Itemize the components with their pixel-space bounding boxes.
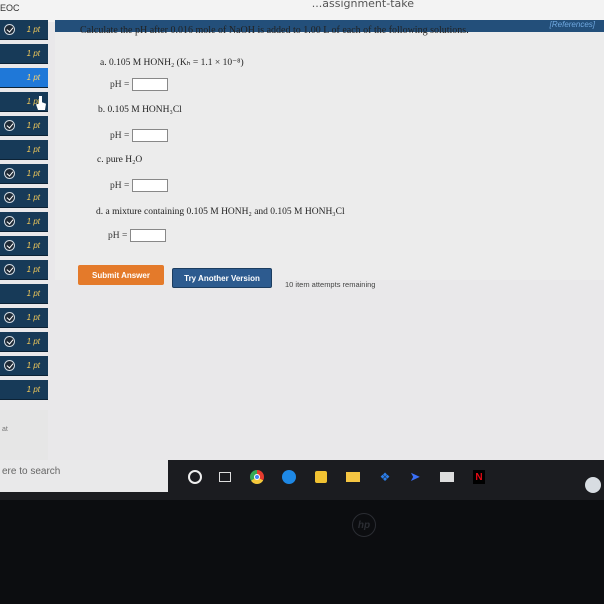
sidebar-question-item[interactable]: 1 pt	[0, 164, 48, 184]
chrome-icon[interactable]	[250, 470, 264, 484]
part-a-label: a. 0.105 M HONH₂ (Kₕ = 1.1 × 10⁻⁸)	[100, 58, 244, 68]
check-icon	[4, 120, 15, 131]
check-icon	[4, 168, 15, 179]
sidebar-question-item[interactable]: 1 pt	[0, 140, 48, 160]
part-d-ph-label: pH =	[108, 230, 128, 241]
part-d-ph-input[interactable]	[130, 229, 167, 242]
part-c-ph-label: pH =	[110, 180, 130, 191]
check-icon	[4, 312, 15, 323]
points-label: 1 pt	[26, 25, 40, 34]
points-label: 1 pt	[26, 217, 40, 226]
points-label: 1 pt	[26, 73, 40, 82]
edge-icon[interactable]	[282, 470, 296, 484]
dropbox-icon[interactable]: ❖	[378, 470, 392, 484]
part-a-ph-input[interactable]	[132, 78, 169, 91]
check-icon	[4, 336, 15, 347]
points-label: 1 pt	[26, 169, 40, 178]
cortana-icon[interactable]	[188, 470, 202, 484]
sidebar-question-item[interactable]: 1 pt	[0, 356, 48, 376]
question-sidebar: 1 pt 1 pt 1 pt 1 pt 1 pt 1 pt 1 pt 1 pt 1 pt 1 pt…	[0, 20, 48, 410]
notification-icon[interactable]	[585, 477, 601, 493]
window-title: ...assignment-take	[311, 0, 414, 10]
part-a-ph-label: pH =	[110, 79, 130, 90]
points-label: 1 pt	[26, 121, 40, 130]
store-icon[interactable]	[314, 470, 328, 484]
sidebar-footer-note: at	[2, 426, 8, 433]
check-icon	[4, 240, 15, 251]
hp-logo-icon: hp	[352, 513, 376, 537]
part-b-ph-label: pH =	[110, 130, 130, 141]
taskbar-search-input[interactable]: ere to search	[0, 460, 168, 492]
points-label: 1 pt	[26, 385, 40, 394]
sidebar-question-item[interactable]: 1 pt	[0, 188, 48, 208]
references-link[interactable]: [References]	[550, 20, 595, 29]
points-label: 1 pt	[26, 241, 40, 250]
part-b-ph-row: pH =	[110, 129, 169, 142]
screen: EOC ...assignment-take 1 pt 1 pt 1 pt 1 pt 1…	[0, 0, 604, 500]
windows-taskbar: ere to search ❖ ➤ N	[0, 460, 604, 500]
mail-icon[interactable]	[440, 470, 454, 484]
sidebar-question-item[interactable]: 1 pt	[0, 236, 48, 256]
points-label: 1 pt	[26, 145, 40, 154]
check-icon	[4, 192, 15, 203]
sidebar-question-item[interactable]: 1 pt	[0, 212, 48, 232]
part-d-label: d. a mixture containing 0.105 M HONH₂ an…	[96, 207, 345, 217]
part-b-ph-input[interactable]	[132, 129, 169, 142]
attempts-remaining: 10 item attempts remaining	[285, 280, 376, 289]
points-label: 1 pt	[26, 265, 40, 274]
try-another-version-button[interactable]: Try Another Version	[172, 268, 272, 288]
sidebar-question-item[interactable]: 1 pt	[0, 308, 48, 328]
submit-answer-button[interactable]: Submit Answer	[78, 265, 164, 285]
check-icon	[4, 264, 15, 275]
part-c-ph-input[interactable]	[132, 179, 169, 192]
sidebar-question-item[interactable]: 1 pt	[0, 44, 48, 64]
points-label: 1 pt	[26, 193, 40, 202]
task-view-icon[interactable]	[218, 470, 232, 484]
points-label: 1 pt	[26, 361, 40, 370]
bolt-icon[interactable]: ➤	[408, 469, 422, 484]
browser-topbar: EOC ...assignment-take	[0, 0, 604, 22]
check-icon	[4, 24, 15, 35]
points-label: 1 pt	[26, 337, 40, 346]
points-label: 1 pt	[26, 313, 40, 322]
sidebar-footer	[0, 410, 48, 460]
check-icon	[4, 360, 15, 371]
part-b-label: b. 0.105 M HONH₃Cl	[98, 105, 182, 115]
points-label: 1 pt	[26, 49, 40, 58]
part-a-ph-row: pH =	[110, 78, 169, 91]
app-label: EOC	[0, 3, 20, 13]
netflix-icon[interactable]: N	[472, 470, 486, 484]
part-c-label: c. pure H₂O	[97, 155, 143, 165]
file-explorer-icon[interactable]	[346, 470, 360, 484]
question-prompt: Calculate the pH after 0.016 mole of NaO…	[80, 25, 469, 36]
sidebar-question-item[interactable]: 1 pt	[0, 68, 48, 88]
points-label: 1 pt	[26, 289, 40, 298]
sidebar-question-item[interactable]: 1 pt	[0, 116, 48, 136]
part-c-ph-row: pH =	[110, 179, 169, 192]
sidebar-question-item[interactable]: 1 pt	[0, 380, 48, 400]
sidebar-question-item[interactable]: 1 pt	[0, 284, 48, 304]
sidebar-question-item[interactable]: 1 pt	[0, 332, 48, 352]
part-d-ph-row: pH =	[108, 229, 167, 242]
check-icon	[4, 216, 15, 227]
sidebar-question-item[interactable]: 1 pt	[0, 20, 48, 40]
sidebar-question-item[interactable]: 1 pt	[0, 260, 48, 280]
